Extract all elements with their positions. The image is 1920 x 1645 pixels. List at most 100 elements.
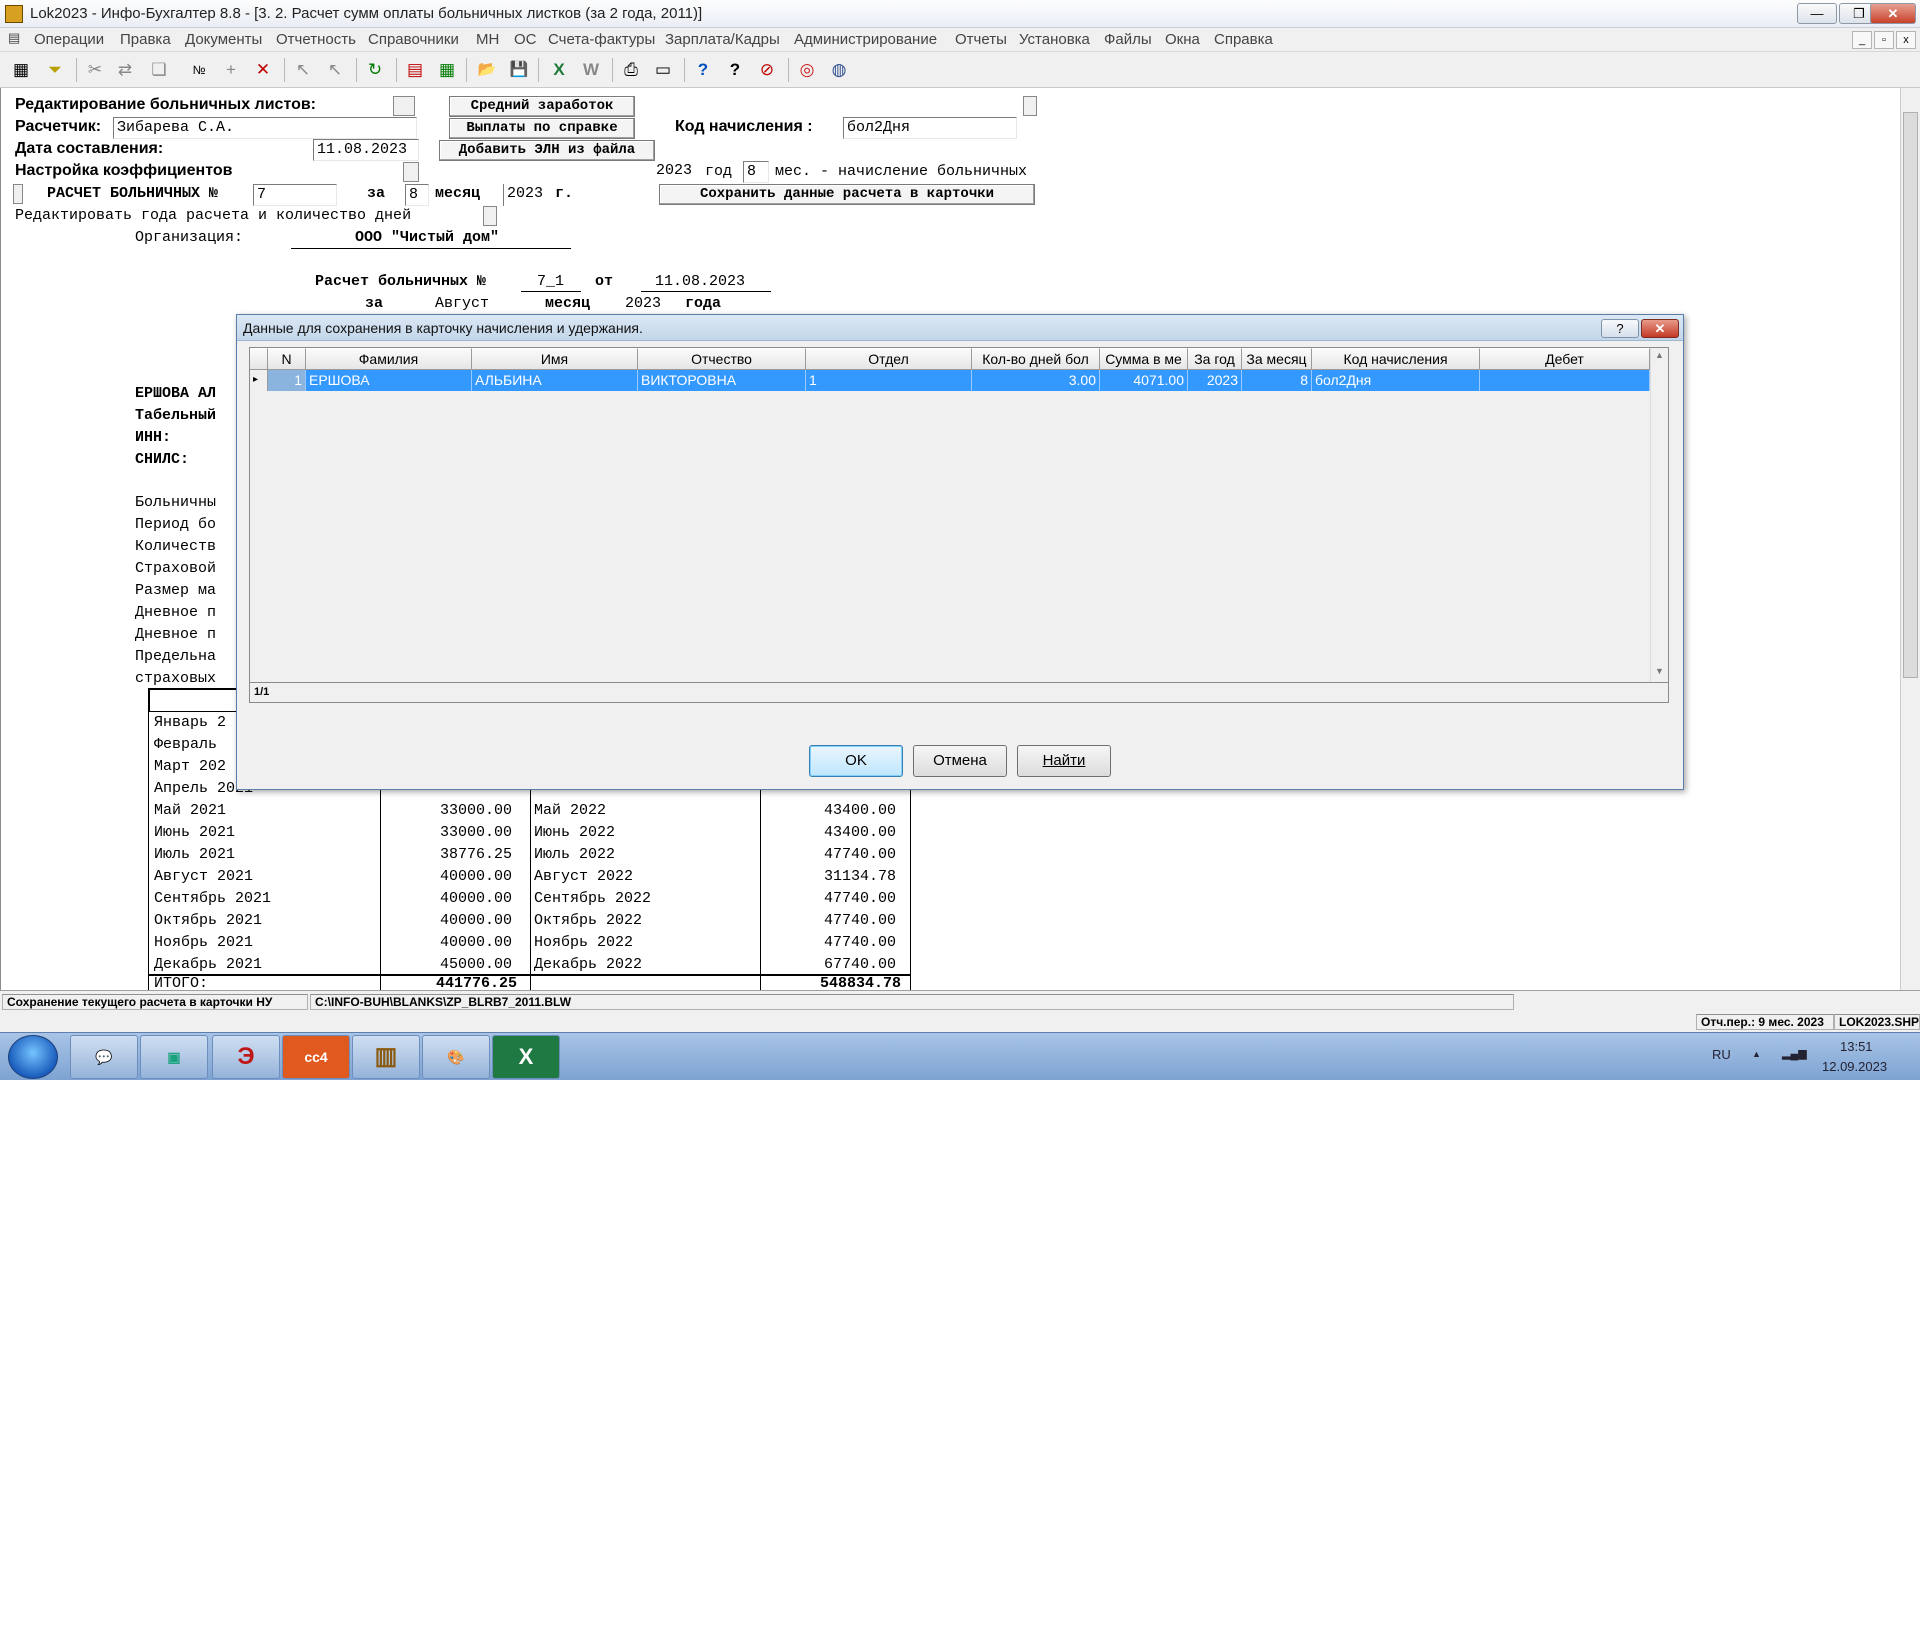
menu-invoices[interactable]: Счета-фактуры <box>548 31 655 48</box>
column-header-surname[interactable]: Фамилия <box>306 348 472 370</box>
doc-menu-icon[interactable]: ▤ <box>8 30 20 46</box>
scroll-up-icon[interactable]: ▲ <box>1655 350 1664 360</box>
cell-name[interactable]: АЛЬБИНА <box>472 370 638 391</box>
globe-icon[interactable]: ◍ <box>826 57 852 83</box>
menu-references[interactable]: Справочники <box>368 31 459 48</box>
filter-icon[interactable]: ⏷ <box>42 57 68 83</box>
edit-sick-leaves-checkbox[interactable] <box>393 96 415 116</box>
dialog-help-button[interactable]: ? <box>1601 319 1639 338</box>
column-header-patronymic[interactable]: Отчество <box>638 348 806 370</box>
scrollbar-thumb[interactable] <box>1903 112 1918 678</box>
network-signal-icon[interactable]: ▂▄▆ <box>1782 1047 1807 1060</box>
copy-icon[interactable]: ❏ <box>146 57 172 83</box>
menu-admin[interactable]: Администрирование <box>794 31 937 48</box>
language-indicator[interactable]: RU <box>1712 1047 1731 1062</box>
excel-icon[interactable]: X <box>546 57 572 83</box>
print-icon[interactable]: ⎙ <box>618 57 644 83</box>
close-button[interactable]: ✕ <box>1870 3 1916 24</box>
grid-icon[interactable]: ▦ <box>8 57 34 83</box>
cancel-button[interactable]: Отмена <box>913 745 1007 777</box>
column-header-accrual-code[interactable]: Код начисления <box>1312 348 1480 370</box>
year-field[interactable]: 2023 <box>653 161 699 183</box>
cell-debit[interactable] <box>1480 370 1650 391</box>
calc-year-field[interactable]: 2023 <box>503 184 549 206</box>
start-button[interactable] <box>8 1035 58 1079</box>
menu-mn[interactable]: МН <box>476 31 499 48</box>
tray-expand-icon[interactable]: ▲ <box>1752 1049 1761 1059</box>
grid-scrollbar[interactable]: ▲ ▼ <box>1650 348 1668 682</box>
compass-icon[interactable]: ⊘ <box>754 57 780 83</box>
cc4-app-icon[interactable]: cc4 <box>282 1035 350 1079</box>
chat-app-icon[interactable]: 💬 <box>70 1035 138 1079</box>
abacus-app-icon[interactable]: ▥ <box>352 1035 420 1079</box>
app-icon[interactable] <box>5 5 23 23</box>
menu-help[interactable]: Справка <box>1214 31 1273 48</box>
column-header-month[interactable]: За месяц <box>1242 348 1312 370</box>
help-icon[interactable]: ? <box>690 57 716 83</box>
ok-button[interactable]: OK <box>809 745 903 777</box>
refresh-icon[interactable]: ↻ <box>362 57 388 83</box>
word-icon[interactable]: W <box>578 57 604 83</box>
payments-button[interactable]: Выплаты по справке <box>449 118 635 139</box>
menu-reports[interactable]: Отчеты <box>955 31 1007 48</box>
date-field[interactable]: 11.08.2023 <box>313 139 419 161</box>
calc-number-field[interactable]: 7 <box>253 184 337 206</box>
calculator-icon[interactable]: ▦ <box>434 57 460 83</box>
open-folder-icon[interactable]: 📂 <box>474 57 500 83</box>
cell-year[interactable]: 2023 <box>1188 370 1242 391</box>
minimize-button[interactable]: — <box>1797 3 1837 24</box>
menu-reporting[interactable]: Отчетность <box>276 31 356 48</box>
calc-month-field[interactable]: 8 <box>405 184 429 206</box>
paint-app-icon[interactable]: 🎨 <box>422 1035 490 1079</box>
scroll-down-icon[interactable]: ▼ <box>1655 666 1664 676</box>
find-button[interactable]: Найти <box>1017 745 1111 777</box>
cell-sum[interactable]: 4071.00 <box>1100 370 1188 391</box>
mdi-close-button[interactable]: x <box>1896 31 1916 49</box>
cell-accrual-code[interactable]: бол2Дня <box>1312 370 1480 391</box>
delete-icon[interactable]: ✕ <box>250 57 276 83</box>
menu-windows[interactable]: Окна <box>1165 31 1200 48</box>
column-header-n[interactable]: N <box>268 348 306 370</box>
menu-operations[interactable]: Операции <box>34 31 104 48</box>
dialog-close-button[interactable]: ✕ <box>1641 319 1679 338</box>
pointer-icon[interactable]: ↖ <box>290 57 316 83</box>
column-header-debit[interactable]: Дебет <box>1480 348 1650 370</box>
cell-n[interactable]: 1 <box>268 370 306 391</box>
cell-month[interactable]: 8 <box>1242 370 1312 391</box>
excel-app-icon[interactable]: X <box>492 1035 560 1079</box>
mdi-minimize-button[interactable]: _ <box>1852 31 1872 49</box>
column-header-year[interactable]: За год <box>1188 348 1242 370</box>
menu-os[interactable]: ОС <box>514 31 537 48</box>
extra-checkbox[interactable] <box>1023 96 1037 116</box>
cell-surname[interactable]: ЕРШОВА <box>306 370 472 391</box>
clock-date[interactable]: 12.09.2023 <box>1822 1059 1887 1074</box>
save-icon[interactable]: 💾 <box>506 57 532 83</box>
add-icon[interactable]: + <box>218 57 244 83</box>
number-icon[interactable]: № <box>186 57 212 83</box>
menu-payroll[interactable]: Зарплата/Кадры <box>665 31 780 48</box>
pointer-tools-icon[interactable]: ↖ <box>322 57 348 83</box>
save-to-cards-button[interactable]: Сохранить данные расчета в карточки <box>659 184 1035 205</box>
e-app-icon[interactable]: Э <box>212 1035 280 1079</box>
mdi-restore-button[interactable]: ▫ <box>1874 31 1894 49</box>
add-eln-button[interactable]: Добавить ЭЛН из файла <box>439 140 655 161</box>
document-scrollbar[interactable] <box>1900 88 1920 990</box>
column-header-days[interactable]: Кол-во дней бол <box>972 348 1100 370</box>
menu-documents[interactable]: Документы <box>185 31 262 48</box>
messenger-app-icon[interactable]: ▣ <box>140 1035 208 1079</box>
preview-icon[interactable]: ▭ <box>650 57 676 83</box>
cell-department[interactable]: 1 <box>806 370 972 391</box>
menu-edit[interactable]: Правка <box>120 31 171 48</box>
calculator-field[interactable]: Зибарева С.А. <box>113 117 417 139</box>
column-header-department[interactable]: Отдел <box>806 348 972 370</box>
cell-patronymic[interactable]: ВИКТОРОВНА <box>638 370 806 391</box>
accrual-code-field[interactable]: бол2Дня <box>843 117 1017 139</box>
column-header-name[interactable]: Имя <box>472 348 638 370</box>
clock-time[interactable]: 13:51 <box>1840 1039 1873 1054</box>
move-icon[interactable]: ⇄ <box>112 57 138 83</box>
calc-no-checkbox[interactable] <box>13 184 23 204</box>
lifebuoy-icon[interactable]: ◎ <box>794 57 820 83</box>
calendar-icon[interactable]: ▤ <box>402 57 428 83</box>
month-field[interactable]: 8 <box>743 161 769 183</box>
cell-days[interactable]: 3.00 <box>972 370 1100 391</box>
